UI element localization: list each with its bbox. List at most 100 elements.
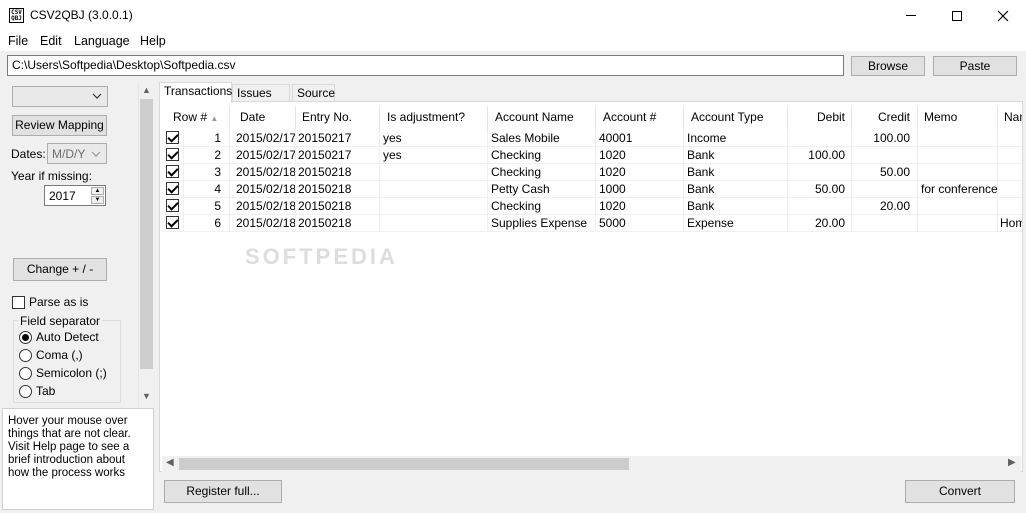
cell-account-name[interactable]: Sales Mobile — [488, 130, 596, 147]
spin-down-icon[interactable]: ▼ — [91, 196, 104, 204]
cell-memo[interactable] — [918, 215, 998, 232]
cell-type[interactable]: Bank — [684, 147, 788, 164]
cell-account-name[interactable]: Checking — [488, 147, 596, 164]
scroll-up-icon[interactable]: ▲ — [142, 85, 151, 95]
row-include-checkbox[interactable] — [164, 181, 184, 198]
cell-account-no[interactable]: 1020 — [596, 198, 684, 215]
cell-date[interactable]: 2015/02/18 — [230, 215, 296, 232]
col-entry-no[interactable]: Entry No. — [296, 106, 380, 130]
cell-type[interactable]: Bank — [684, 164, 788, 181]
radio-icon[interactable] — [19, 349, 32, 363]
scroll-down-icon[interactable]: ▼ — [142, 391, 151, 401]
radio-tab[interactable]: Tab — [19, 384, 55, 399]
date-format-select[interactable]: M/D/Y — [47, 143, 107, 164]
maximize-button[interactable] — [934, 0, 980, 31]
cell-debit[interactable] — [788, 130, 852, 147]
register-full-button[interactable]: Register full... — [164, 480, 282, 503]
col-account-name[interactable]: Account Name — [488, 106, 596, 130]
checkbox-checked-icon[interactable] — [166, 165, 179, 178]
cell-date[interactable]: 2015/02/18 — [230, 198, 296, 215]
radio-coma[interactable]: Coma (,) — [19, 348, 83, 363]
minimize-button[interactable] — [888, 0, 934, 31]
cell-row[interactable]: 4 — [184, 181, 230, 198]
grid-horizontal-scrollbar[interactable]: ◀ ▶ — [162, 456, 1021, 472]
checkbox-checked-icon[interactable] — [166, 148, 179, 161]
cell-row[interactable]: 3 — [184, 164, 230, 181]
cell-type[interactable]: Bank — [684, 198, 788, 215]
cell-name[interactable]: Hom — [998, 215, 1022, 232]
menu-language[interactable]: Language — [74, 34, 130, 48]
cell-date[interactable]: 2015/02/17 — [230, 130, 296, 147]
parse-as-is-checkbox[interactable]: Parse as is — [12, 295, 88, 310]
cell-account-name[interactable]: Petty Cash — [488, 181, 596, 198]
cell-account-no[interactable]: 1000 — [596, 181, 684, 198]
cell-entry[interactable]: 20150218 — [296, 198, 380, 215]
cell-adj[interactable]: yes — [380, 147, 488, 164]
cell-type[interactable]: Bank — [684, 181, 788, 198]
tab-transactions[interactable]: Transactions — [159, 82, 232, 103]
cell-memo[interactable] — [918, 198, 998, 215]
year-stepper[interactable]: 2017 ▲ ▼ — [44, 185, 106, 206]
col-debit[interactable]: Debit — [788, 106, 852, 130]
cell-name[interactable] — [998, 181, 1022, 198]
cell-adj[interactable] — [380, 181, 488, 198]
tab-issues[interactable]: Issues (0) — [232, 84, 290, 114]
mapping-select[interactable] — [12, 86, 108, 107]
cell-entry[interactable]: 20150218 — [296, 181, 380, 198]
col-name[interactable]: Nam — [998, 106, 1022, 130]
menu-file[interactable]: File — [8, 34, 28, 48]
cell-memo[interactable] — [918, 164, 998, 181]
radio-selected-icon[interactable] — [19, 331, 32, 345]
row-include-checkbox[interactable] — [164, 164, 184, 181]
left-panel-scrollbar[interactable]: ▲ ▼ — [138, 82, 154, 408]
cell-row[interactable]: 6 — [184, 215, 230, 232]
scrollbar-thumb[interactable] — [179, 458, 629, 470]
file-path-input[interactable]: C:\Users\Softpedia\Desktop\Softpedia.csv — [7, 55, 844, 76]
menu-edit[interactable]: Edit — [40, 34, 62, 48]
review-mapping-button[interactable]: Review Mapping — [12, 115, 107, 136]
cell-date[interactable]: 2015/02/18 — [230, 181, 296, 198]
cell-debit[interactable]: 20.00 — [788, 215, 852, 232]
cell-type[interactable]: Income — [684, 130, 788, 147]
cell-date[interactable]: 2015/02/18 — [230, 164, 296, 181]
cell-row[interactable]: 2 — [184, 147, 230, 164]
cell-date[interactable]: 2015/02/17 — [230, 147, 296, 164]
scrollbar-thumb[interactable] — [140, 99, 153, 369]
paste-button[interactable]: Paste — [933, 56, 1017, 76]
scroll-left-icon[interactable]: ◀ — [166, 457, 174, 468]
cell-type[interactable]: Expense — [684, 215, 788, 232]
col-row-no[interactable]: Row # ▲ — [164, 106, 230, 130]
row-include-checkbox[interactable] — [164, 130, 184, 147]
cell-debit[interactable] — [788, 164, 852, 181]
cell-entry[interactable]: 20150217 — [296, 147, 380, 164]
cell-credit[interactable]: 50.00 — [852, 164, 918, 181]
cell-adj[interactable] — [380, 164, 488, 181]
cell-name[interactable] — [998, 130, 1022, 147]
col-date[interactable]: Date — [230, 106, 296, 130]
cell-credit[interactable] — [852, 181, 918, 198]
row-include-checkbox[interactable] — [164, 198, 184, 215]
radio-icon[interactable] — [19, 385, 32, 399]
cell-account-name[interactable]: Checking — [488, 164, 596, 181]
cell-account-name[interactable]: Supplies Expense — [488, 215, 596, 232]
cell-memo[interactable] — [918, 147, 998, 164]
col-credit[interactable]: Credit — [852, 106, 918, 130]
col-memo[interactable]: Memo — [918, 106, 998, 130]
scroll-right-icon[interactable]: ▶ — [1008, 457, 1016, 468]
cell-entry[interactable]: 20150218 — [296, 164, 380, 181]
cell-account-name[interactable]: Checking — [488, 198, 596, 215]
cell-name[interactable] — [998, 147, 1022, 164]
cell-credit[interactable] — [852, 215, 918, 232]
checkbox-checked-icon[interactable] — [166, 182, 179, 195]
cell-account-no[interactable]: 5000 — [596, 215, 684, 232]
cell-debit[interactable]: 100.00 — [788, 147, 852, 164]
col-account-type[interactable]: Account Type — [684, 106, 788, 130]
cell-entry[interactable]: 20150217 — [296, 130, 380, 147]
cell-adj[interactable] — [380, 215, 488, 232]
cell-row[interactable]: 5 — [184, 198, 230, 215]
cell-credit[interactable]: 20.00 — [852, 198, 918, 215]
cell-adj[interactable] — [380, 198, 488, 215]
radio-auto-detect[interactable]: Auto Detect — [19, 330, 99, 345]
change-sign-button[interactable]: Change + / - — [13, 258, 107, 281]
convert-button[interactable]: Convert — [905, 480, 1015, 503]
